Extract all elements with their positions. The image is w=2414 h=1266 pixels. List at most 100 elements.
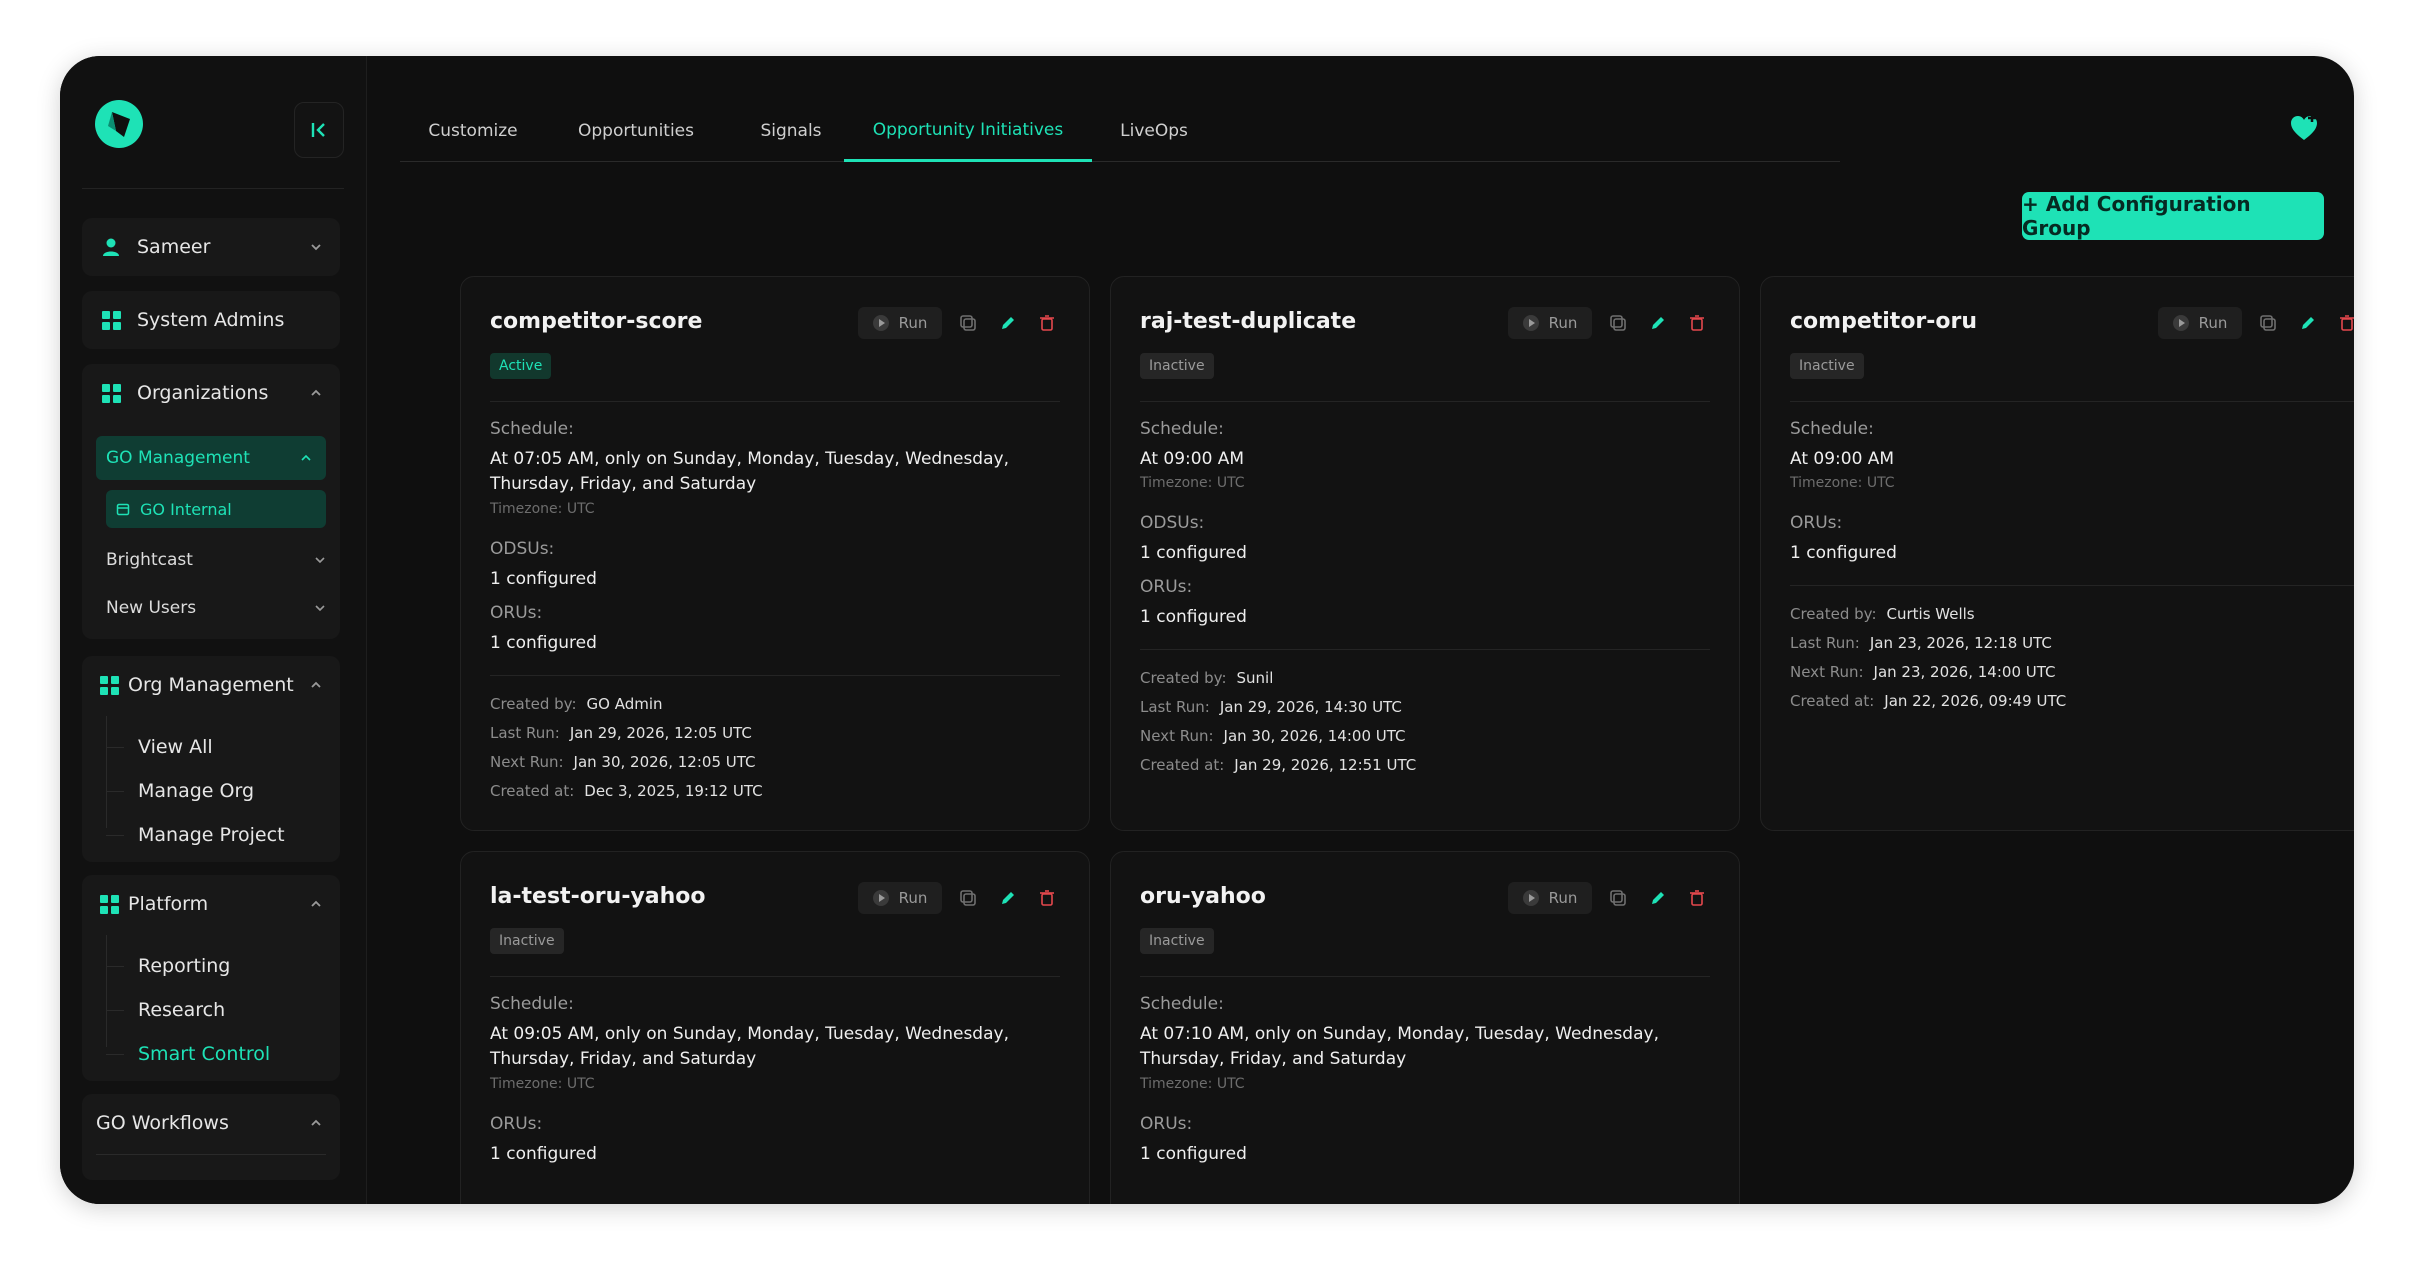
main-content: Customize Opportunities Signals Opportun…: [370, 56, 2354, 1204]
tab-liveops[interactable]: LiveOps: [1092, 100, 1216, 162]
section-label: Org Management: [128, 674, 294, 696]
meta-value: Sunil: [1236, 669, 1274, 687]
item-label: GO Internal: [140, 499, 232, 519]
chevron-up-icon: [311, 389, 321, 396]
schedule-label: Schedule:: [1140, 419, 1224, 439]
sidebar-section-organizations: Organizations GO Management GO Internal …: [82, 364, 340, 639]
sidebar-item-system-admins[interactable]: System Admins: [82, 291, 340, 349]
delete-icon[interactable]: [1037, 313, 1057, 333]
odsus-value: 1 configured: [490, 569, 597, 589]
edit-icon[interactable]: [2298, 313, 2318, 333]
created-at-row: Created at: Jan 22, 2026, 09:49 UTC: [1790, 692, 2066, 710]
edit-icon[interactable]: [998, 313, 1018, 333]
edit-icon[interactable]: [998, 888, 1018, 908]
sidebar-item-go-management[interactable]: GO Management: [96, 436, 326, 480]
sidebar: Sameer System Admins Organizations GO Ma…: [60, 56, 367, 1204]
delete-icon[interactable]: [1687, 313, 1707, 333]
created-by-row: Created by: Sunil: [1140, 669, 1273, 687]
play-icon: [1522, 315, 1539, 331]
run-button[interactable]: Run: [1508, 307, 1592, 339]
schedule-value: At 09:05 AM, only on Sunday, Monday, Tue…: [490, 1024, 1009, 1069]
grid-icon: [99, 894, 119, 914]
orus-label: ORUs:: [490, 1114, 543, 1134]
sidebar-item-brightcast[interactable]: Brightcast: [106, 540, 326, 580]
meta-label: Created at:: [490, 782, 575, 800]
meta-label: Created by:: [1790, 605, 1877, 623]
orus-label: ORUs:: [1140, 577, 1193, 597]
organizations-header[interactable]: Organizations: [82, 364, 340, 422]
status-badge: Inactive: [1140, 353, 1214, 379]
sidebar-section-platform: Platform Reporting Research Smart Contro…: [82, 875, 340, 1081]
sidebar-item-smart-control[interactable]: Smart Control: [106, 1035, 270, 1073]
delete-icon[interactable]: [1687, 888, 1707, 908]
chevron-down-icon: [311, 244, 321, 251]
meta-label: Last Run:: [490, 724, 560, 742]
run-label: Run: [1548, 314, 1578, 332]
meta-label: Created at:: [1790, 692, 1875, 710]
status-badge: Active: [490, 353, 552, 379]
meta-value: Dec 3, 2025, 19:12 UTC: [584, 782, 763, 800]
tab-signals[interactable]: Signals: [726, 100, 856, 162]
tab-customize[interactable]: Customize: [400, 100, 546, 162]
sidebar-item-reporting[interactable]: Reporting: [106, 947, 230, 985]
sidebar-section-go-workflows: GO Workflows: [82, 1094, 340, 1180]
orus-label: ORUs:: [490, 603, 543, 623]
next-run-row: Next Run: Jan 30, 2026, 14:00 UTC: [1140, 727, 1406, 745]
sidebar-item-manage-project[interactable]: Manage Project: [106, 816, 285, 854]
sidebar-item-view-all[interactable]: View All: [106, 728, 213, 766]
org-management-header[interactable]: Org Management: [82, 656, 340, 714]
meta-value: Curtis Wells: [1886, 605, 1975, 623]
edit-icon[interactable]: [1648, 313, 1668, 333]
meta-value: Jan 29, 2026, 12:05 UTC: [569, 724, 752, 742]
config-card-competitor-oru: competitor-oru Inactive Run Schedule: At…: [1760, 276, 2354, 831]
platform-header[interactable]: Platform: [82, 875, 340, 933]
delete-icon[interactable]: [2337, 313, 2354, 333]
sidebar-item-research[interactable]: Research: [106, 991, 225, 1029]
meta-value: Jan 29, 2026, 14:30 UTC: [1219, 698, 1402, 716]
collapse-sidebar-button[interactable]: [294, 102, 344, 158]
config-card-raj-test-duplicate: raj-test-duplicate Inactive Run Schedule…: [1110, 276, 1740, 831]
add-configuration-group-button[interactable]: + Add Configuration Group: [2022, 192, 2324, 240]
run-label: Run: [898, 314, 928, 332]
meta-label: Next Run:: [490, 753, 564, 771]
odsus-value: 1 configured: [1140, 543, 1247, 563]
app-window: Sameer System Admins Organizations GO Ma…: [60, 56, 2354, 1204]
calendar-icon: [116, 503, 130, 516]
play-icon: [1522, 890, 1539, 906]
heart-plus-icon[interactable]: [2288, 112, 2320, 144]
run-button[interactable]: Run: [858, 882, 942, 914]
tab-opportunities[interactable]: Opportunities: [546, 100, 726, 162]
collapse-icon: [311, 123, 325, 137]
schedule-label: Schedule:: [490, 419, 574, 439]
copy-icon[interactable]: [2258, 313, 2278, 333]
card-title: la-test-oru-yahoo: [490, 884, 706, 909]
sidebar-item-new-users[interactable]: New Users: [106, 588, 326, 628]
grid-icon: [101, 383, 121, 403]
tab-opportunity-initiatives[interactable]: Opportunity Initiatives: [844, 100, 1092, 162]
meta-label: Next Run:: [1790, 663, 1864, 681]
chevron-down-icon: [315, 605, 325, 612]
sidebar-item-label: System Admins: [137, 309, 285, 331]
copy-icon[interactable]: [958, 313, 978, 333]
run-button[interactable]: Run: [858, 307, 942, 339]
config-card-competitor-score: competitor-score Active Run Schedule: At…: [460, 276, 1090, 831]
run-button[interactable]: Run: [1508, 882, 1592, 914]
meta-value: Jan 23, 2026, 12:18 UTC: [1869, 634, 2052, 652]
copy-icon[interactable]: [958, 888, 978, 908]
user-menu[interactable]: Sameer: [82, 218, 340, 276]
grid-icon: [99, 675, 119, 695]
copy-icon[interactable]: [1608, 888, 1628, 908]
sidebar-item-go-internal[interactable]: GO Internal: [106, 490, 326, 528]
app-logo[interactable]: [94, 99, 144, 149]
copy-icon[interactable]: [1608, 313, 1628, 333]
section-label: Organizations: [137, 382, 269, 404]
edit-icon[interactable]: [1648, 888, 1668, 908]
schedule-value: At 07:10 AM, only on Sunday, Monday, Tue…: [1140, 1024, 1659, 1069]
status-badge: Inactive: [490, 928, 564, 954]
delete-icon[interactable]: [1037, 888, 1057, 908]
run-button[interactable]: Run: [2158, 307, 2242, 339]
section-divider: [96, 1154, 326, 1155]
go-workflows-header[interactable]: GO Workflows: [82, 1094, 340, 1152]
meta-label: Created at:: [1140, 756, 1225, 774]
sidebar-item-manage-org[interactable]: Manage Org: [106, 772, 254, 810]
